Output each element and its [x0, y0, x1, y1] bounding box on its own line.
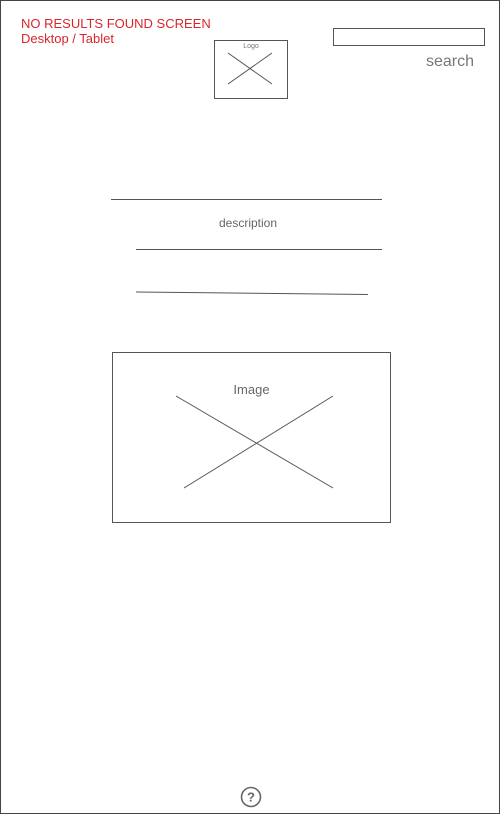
help-glyph: ? [247, 790, 255, 805]
image-placeholder-icon [175, 395, 334, 489]
description-line-bottom [135, 291, 369, 295]
image-label: Image [233, 382, 270, 397]
question-circle-icon[interactable]: ? [240, 786, 262, 808]
description-text: description [218, 216, 278, 230]
image-placeholder: Image [112, 352, 391, 523]
wireframe-frame: NO RESULTS FOUND SCREEN Desktop / Tablet… [0, 0, 500, 814]
